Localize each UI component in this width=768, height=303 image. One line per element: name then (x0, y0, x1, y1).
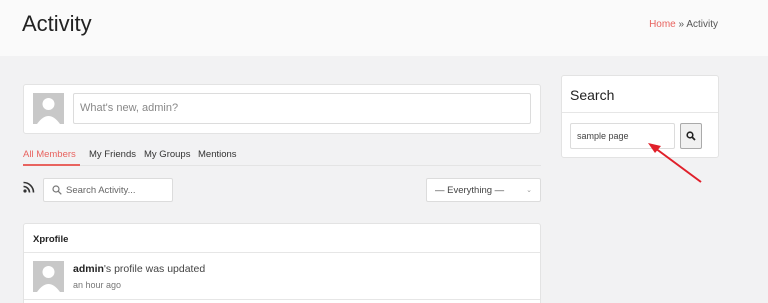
search-activity-placeholder: Search Activity... (66, 185, 136, 196)
activity-timestamp[interactable]: an hour ago (73, 280, 121, 290)
search-widget: Search sample page (561, 75, 719, 158)
divider (562, 112, 718, 113)
activity-item-text: admin's profile was updated (73, 263, 205, 275)
post-update-box: What's new, admin? (23, 84, 541, 134)
activity-action: 's profile was updated (103, 263, 206, 275)
breadcrumb: Home » Activity (649, 19, 718, 30)
search-widget-title: Search (570, 87, 615, 103)
tab-mentions[interactable]: Mentions (198, 149, 237, 160)
tab-all-members[interactable]: All Members (23, 149, 76, 160)
tab-my-groups[interactable]: My Groups (144, 149, 190, 160)
breadcrumb-home-link[interactable]: Home (649, 19, 676, 30)
breadcrumb-separator: » (675, 19, 687, 30)
whats-new-input[interactable]: What's new, admin? (73, 93, 531, 124)
divider (24, 252, 540, 253)
chevron-down-icon: ⌄ (526, 187, 532, 194)
divider (24, 299, 540, 300)
activity-filter-select[interactable]: — Everything — ⌄ (426, 178, 541, 202)
page-header: Activity Home » Activity (0, 0, 768, 56)
site-search-button[interactable] (680, 123, 702, 149)
tab-my-friends[interactable]: My Friends (89, 149, 136, 160)
avatar[interactable] (33, 93, 64, 124)
activity-user-link[interactable]: admin (73, 263, 104, 275)
search-icon (52, 185, 62, 195)
search-icon (686, 131, 696, 141)
activity-feed: Xprofile admin's profile was updated an … (23, 223, 541, 303)
avatar[interactable] (33, 261, 64, 292)
filter-selected-value: — Everything — (435, 185, 505, 196)
search-activity-input[interactable]: Search Activity... (43, 178, 173, 202)
site-search-input[interactable]: sample page (570, 123, 675, 149)
breadcrumb-current: Activity (686, 19, 718, 30)
feed-section-title: Xprofile (33, 234, 69, 245)
page-title: Activity (22, 11, 92, 36)
activity-tabs: All Members My Friends My Groups Mention… (23, 146, 541, 166)
rss-icon[interactable] (23, 180, 35, 193)
active-tab-indicator (23, 164, 80, 166)
